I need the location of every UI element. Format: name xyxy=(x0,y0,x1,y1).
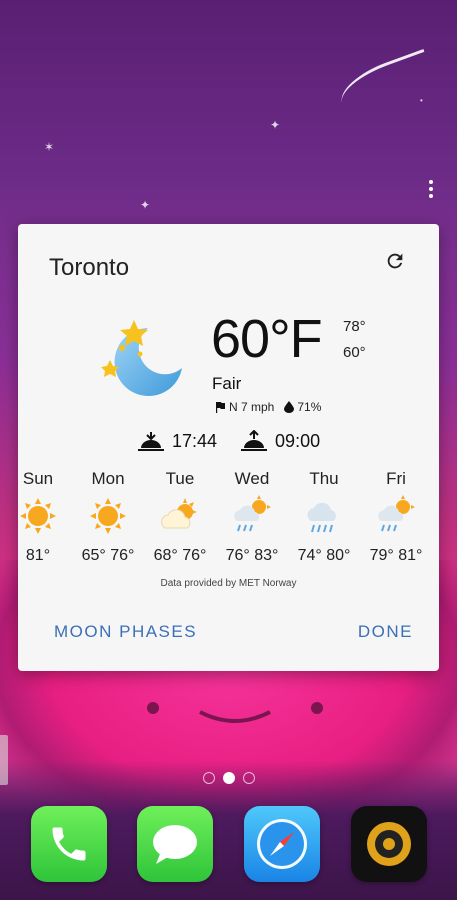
phone-app[interactable] xyxy=(31,806,107,882)
forecast-temps: 68° 76° xyxy=(153,547,207,564)
forecast-day: Sun 81° xyxy=(18,469,73,565)
app-dock xyxy=(0,806,457,882)
wind-text: N 7 mph xyxy=(229,400,275,414)
sparkle-icon: ✦ xyxy=(270,118,281,132)
speaker-icon xyxy=(367,822,411,866)
sunrise-icon xyxy=(241,430,268,451)
forecast-day-name: Sun xyxy=(22,469,54,488)
forecast-temps: 79° 81° xyxy=(369,547,423,564)
forecast-day: Wed 76° 83° xyxy=(217,469,287,565)
forecast-day: Fri 79° 81° xyxy=(361,469,431,565)
sparkle-icon: ✶ xyxy=(44,140,55,154)
forecast-day: Tue 68° 76° xyxy=(145,469,215,565)
wind-humidity-row: N 7 mph 71% xyxy=(214,400,321,414)
sparkle-icon: • xyxy=(420,96,423,105)
done-button[interactable]: DONE xyxy=(358,622,413,642)
forecast-day-name: Fri xyxy=(386,469,406,488)
sun-rain-icon xyxy=(378,495,415,532)
high-temperature: 78° xyxy=(343,318,366,335)
refresh-icon[interactable] xyxy=(384,250,406,272)
sunset-icon xyxy=(138,432,164,451)
compass-icon xyxy=(257,819,307,869)
shooting-star-decoration xyxy=(334,48,437,119)
sun-icon xyxy=(20,498,56,534)
sunrise-time: 09:00 xyxy=(275,430,321,451)
rain-cloud-icon xyxy=(307,502,336,533)
sun-icon xyxy=(90,498,126,534)
partly-cloudy-icon xyxy=(161,498,197,529)
sunset-time: 17:44 xyxy=(172,430,218,451)
music-app[interactable] xyxy=(351,806,427,882)
forecast-day-name: Thu xyxy=(309,469,339,488)
data-credit: Data provided by MET Norway xyxy=(160,578,297,589)
weather-widget-dialog: Toronto 60°F 78° 60° Fair N 7 mph 71% 17… xyxy=(18,224,439,671)
safari-app[interactable] xyxy=(244,806,320,882)
moon-phases-button[interactable]: MOON PHASES xyxy=(54,622,197,642)
speech-bubble-icon xyxy=(153,825,197,864)
page-dot[interactable] xyxy=(202,772,215,784)
page-dot[interactable] xyxy=(242,772,255,784)
flag-icon xyxy=(216,402,225,413)
city-name: Toronto xyxy=(49,254,130,281)
low-temperature: 60° xyxy=(343,344,366,361)
sun-rain-icon xyxy=(234,495,271,532)
messages-app[interactable] xyxy=(137,806,213,882)
forecast-temps: 81° xyxy=(25,547,51,564)
humidity-text: 71% xyxy=(297,400,322,414)
water-drop-icon xyxy=(284,401,295,413)
sparkle-icon: ✦ xyxy=(140,198,151,212)
sun-times-row: 17:44 09:00 xyxy=(138,430,320,452)
moon-stars-icon xyxy=(101,320,182,396)
forecast-temps: 74° 80° xyxy=(297,547,351,564)
forecast-day-name: Mon xyxy=(91,469,125,488)
high-low: 78° 60° xyxy=(343,314,366,366)
forecast-day-name: Wed xyxy=(234,469,270,488)
phone-icon xyxy=(52,827,86,861)
current-temperature: 60°F xyxy=(211,309,323,369)
more-options-icon[interactable] xyxy=(429,180,435,198)
forecast-strip[interactable]: Sun 81° Mon 65° 76° Tue 68° 76° Wed 76° … xyxy=(18,469,439,569)
forecast-temps: 65° 76° xyxy=(81,547,135,564)
page-indicator xyxy=(0,772,457,784)
forecast-day: Mon 65° 76° xyxy=(73,469,143,565)
forecast-day: Thu 74° 80° xyxy=(289,469,359,565)
wallpaper-face-icon xyxy=(147,702,323,723)
forecast-day-name: Tue xyxy=(165,469,195,488)
forecast-temps: 76° 83° xyxy=(225,547,279,564)
condition-text: Fair xyxy=(212,374,242,393)
page-dot-active[interactable] xyxy=(222,772,235,784)
